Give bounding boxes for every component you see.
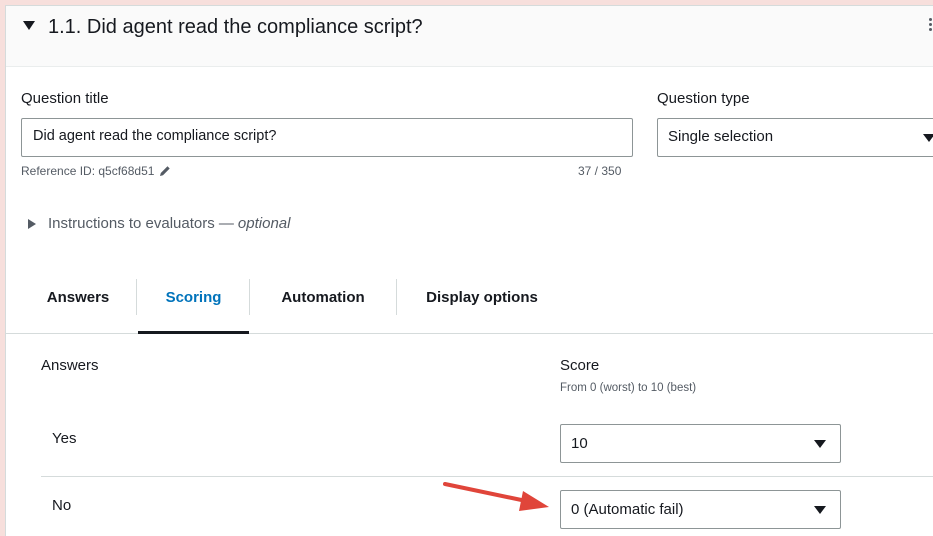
tab-scoring[interactable]: Scoring: [138, 276, 249, 334]
reference-id: Reference ID: q5cf68d51: [21, 164, 171, 178]
active-tab-indicator: [138, 331, 249, 334]
tab-bar: Answers Scoring Automation Display optio…: [6, 276, 933, 334]
character-count: 37 / 350: [578, 164, 622, 178]
answers-column-header: Answers: [41, 357, 99, 374]
tab-automation[interactable]: Automation: [262, 276, 384, 334]
tab-display-options[interactable]: Display options: [402, 276, 562, 334]
score-select-yes[interactable]: 10: [560, 424, 841, 463]
score-range-hint: From 0 (worst) to 10 (best): [560, 382, 697, 394]
red-arrow-annotation: [443, 482, 549, 511]
dropdown-caret-icon: [814, 440, 826, 448]
question-type-label: Question type: [657, 90, 750, 107]
tab-divider: [396, 279, 397, 315]
question-title-label: Question title: [21, 90, 109, 107]
instructions-optional: optional: [237, 215, 291, 232]
question-title-value: Did agent read the compliance script?: [33, 128, 277, 144]
question-panel: 1.1. Did agent read the compliance scrip…: [5, 5, 933, 536]
answer-no-label: No: [52, 497, 72, 514]
tab-answers[interactable]: Answers: [34, 276, 122, 334]
instructions-label: Instructions to evaluators —: [48, 215, 234, 232]
question-header-title: 1.1. Did agent read the compliance scrip…: [48, 16, 423, 38]
question-type-select[interactable]: Single selection: [657, 118, 933, 157]
question-title-input[interactable]: Did agent read the compliance script?: [21, 118, 633, 157]
more-options-icon[interactable]: [926, 16, 933, 38]
answer-yes-label: Yes: [52, 430, 77, 447]
row-divider: [41, 476, 933, 477]
score-value-yes: 10: [571, 435, 588, 452]
tab-divider: [136, 279, 137, 315]
caret-down-icon[interactable]: [23, 21, 35, 30]
score-select-no[interactable]: 0 (Automatic fail): [560, 490, 841, 529]
pencil-icon[interactable]: [159, 165, 171, 177]
dropdown-caret-icon: [923, 134, 933, 142]
tab-divider: [249, 279, 250, 315]
score-column-header: Score: [560, 357, 600, 374]
reference-id-text: Reference ID: q5cf68d51: [21, 164, 155, 178]
question-type-value: Single selection: [668, 128, 774, 145]
instructions-toggle[interactable]: Instructions to evaluators — optional: [28, 215, 290, 232]
question-header[interactable]: 1.1. Did agent read the compliance scrip…: [6, 6, 933, 67]
caret-right-icon: [28, 218, 36, 229]
score-value-no: 0 (Automatic fail): [571, 501, 684, 518]
dropdown-caret-icon: [814, 506, 826, 514]
